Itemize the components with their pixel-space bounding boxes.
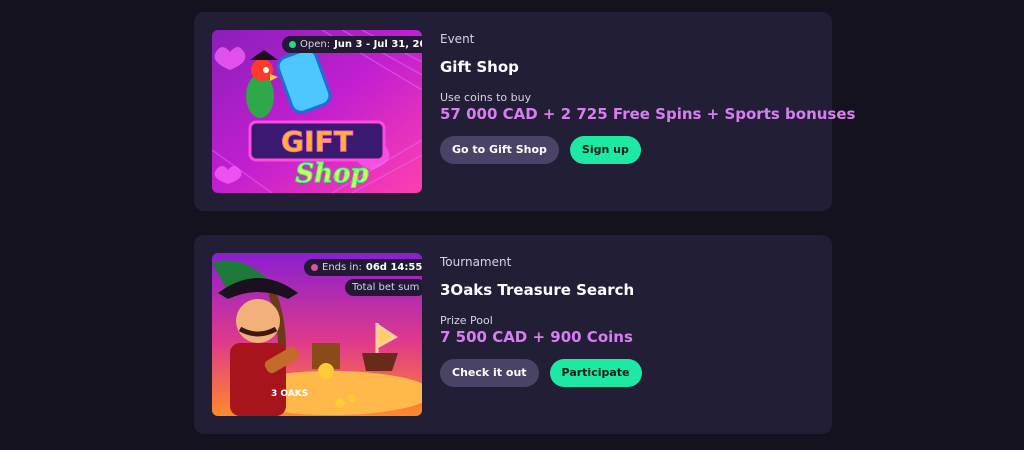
badge-label: Ends in: [322,262,362,273]
3oaks-logo: 3 OAKS [264,386,315,403]
treasure-search-artwork [212,253,422,416]
card-type-label: Tournament [440,255,512,269]
badge-label: Open: [300,39,331,50]
brand-text: 3 OAKS [271,389,309,399]
tournament-mode-badge: Total bet sum [345,279,422,296]
card-prize: 7 500 CAD + 900 Coins [440,328,633,346]
badge-text: Total bet sum [352,282,420,293]
gift-artwork-text: GIFT [281,125,353,158]
card-subtitle: Use coins to buy [440,91,532,104]
status-dot-icon [289,41,296,48]
tournament-promo-image[interactable]: Ends in: 06d 14:55:02 Total bet sum 3 OA… [212,253,422,416]
gift-shop-promo-image[interactable]: GIFT Shop Open: Jun 3 - Jul 31, 2025 [212,30,422,193]
event-dates-badge: Open: Jun 3 - Jul 31, 2025 [282,36,422,53]
timer-dot-icon [311,264,318,271]
card-type-label: Event [440,32,475,46]
event-card-gift-shop: GIFT Shop Open: Jun 3 - Jul 31, 2025 Eve… [194,12,855,211]
card-title: Gift Shop [440,58,519,76]
participate-button[interactable]: Participate [549,359,642,387]
card-subtitle: Prize Pool [440,314,493,327]
tournament-card-3oaks: Ends in: 06d 14:55:02 Total bet sum 3 OA… [194,235,832,434]
card-prize: 57 000 CAD + 2 725 Free Spins + Sports b… [440,105,856,123]
card-title: 3Oaks Treasure Search [440,281,635,299]
go-to-gift-shop-button[interactable]: Go to Gift Shop [440,136,559,164]
shop-artwork-text: Shop [295,159,368,189]
gift-shop-artwork: GIFT Shop [212,30,422,193]
check-it-out-button[interactable]: Check it out [440,359,539,387]
badge-value: 06d 14:55:02 [365,262,422,273]
countdown-badge: Ends in: 06d 14:55:02 [304,259,422,276]
badge-value: Jun 3 - Jul 31, 2025 [334,39,422,50]
sign-up-button[interactable]: Sign up [569,136,641,164]
